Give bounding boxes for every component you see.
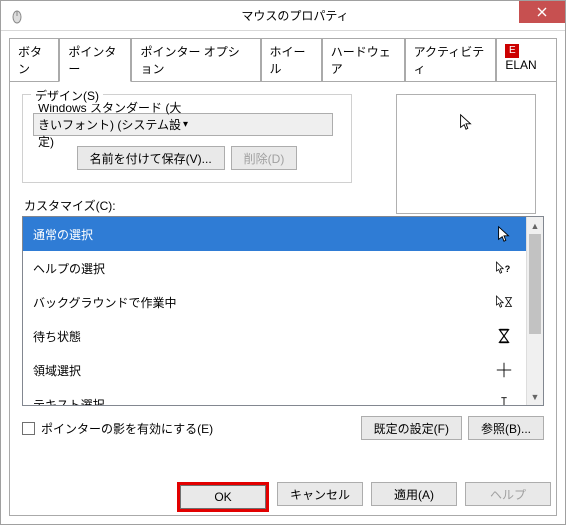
help-button: ヘルプ	[465, 482, 551, 506]
ok-button[interactable]: OK	[180, 485, 266, 509]
tab-pointer-options[interactable]: ポインター オプション	[131, 38, 260, 82]
close-button[interactable]	[519, 1, 565, 23]
cross-cursor-icon	[492, 361, 516, 379]
apply-button[interactable]: 適用(A)	[371, 482, 457, 506]
ok-highlight: OK	[177, 482, 269, 512]
scrollbar[interactable]: ▲ ▼	[526, 217, 543, 405]
browse-button[interactable]: 参照(B)...	[468, 416, 544, 440]
list-item[interactable]: ヘルプの選択 ?	[23, 251, 526, 285]
arrow-help-cursor-icon: ?	[492, 259, 516, 277]
design-group-title: デザイン(S)	[31, 87, 103, 104]
tab-wheel[interactable]: ホイール	[261, 38, 322, 82]
pointer-shadow-checkbox[interactable]: ポインターの影を有効にする(E)	[22, 420, 361, 437]
delete-button: 削除(D)	[231, 146, 298, 170]
scroll-down-icon[interactable]: ▼	[527, 388, 543, 405]
tab-hardware[interactable]: ハードウェア	[322, 38, 405, 82]
tab-elan[interactable]: EELAN	[496, 38, 557, 82]
list-item[interactable]: 待ち状態	[23, 319, 526, 353]
window-title: マウスのプロパティ	[25, 7, 565, 24]
dialog-buttons: OK キャンセル 適用(A) ヘルプ	[177, 482, 551, 512]
tab-buttons[interactable]: ボタン	[9, 38, 59, 82]
defaults-button[interactable]: 既定の設定(F)	[361, 416, 462, 440]
list-item[interactable]: テキスト選択	[23, 387, 526, 406]
tab-pointer[interactable]: ポインター	[59, 38, 131, 82]
list-item[interactable]: バックグラウンドで作業中	[23, 285, 526, 319]
list-item[interactable]: 領域選択	[23, 353, 526, 387]
mouse-icon	[9, 8, 25, 24]
cancel-button[interactable]: キャンセル	[277, 482, 363, 506]
list-item[interactable]: 通常の選択	[23, 217, 526, 251]
cursor-list[interactable]: 通常の選択 ヘルプの選択 ? バックグラウンドで作業中 待ち状態 領域選択	[22, 216, 544, 406]
elan-icon: E	[505, 44, 519, 58]
cursor-preview	[396, 94, 536, 214]
tab-content: デザイン(S) Windows スタンダード (大きいフォント) (システム設定…	[9, 81, 557, 516]
hourglass-cursor-icon	[492, 327, 516, 345]
scheme-value: Windows スタンダード (大きいフォント) (システム設定)	[38, 99, 183, 150]
arrow-cursor-icon	[457, 113, 475, 131]
scroll-thumb[interactable]	[529, 234, 541, 334]
tab-strip: ボタン ポインター ポインター オプション ホイール ハードウェア アクティビテ…	[1, 31, 565, 81]
checkbox-box	[22, 422, 35, 435]
save-as-button[interactable]: 名前を付けて保存(V)...	[77, 146, 225, 170]
svg-text:?: ?	[505, 264, 511, 274]
tab-activity[interactable]: アクティビティ	[405, 38, 497, 82]
scroll-up-icon[interactable]: ▲	[527, 217, 543, 234]
design-group: デザイン(S) Windows スタンダード (大きいフォント) (システム設定…	[22, 94, 352, 183]
scheme-combo[interactable]: Windows スタンダード (大きいフォント) (システム設定) ▾	[33, 113, 333, 136]
ibeam-cursor-icon	[492, 395, 516, 406]
arrow-cursor-icon	[492, 225, 516, 243]
arrow-wait-cursor-icon	[492, 293, 516, 311]
mouse-properties-window: マウスのプロパティ ボタン ポインター ポインター オプション ホイール ハード…	[0, 0, 566, 525]
chevron-down-icon: ▾	[183, 119, 328, 130]
titlebar: マウスのプロパティ	[1, 1, 565, 31]
